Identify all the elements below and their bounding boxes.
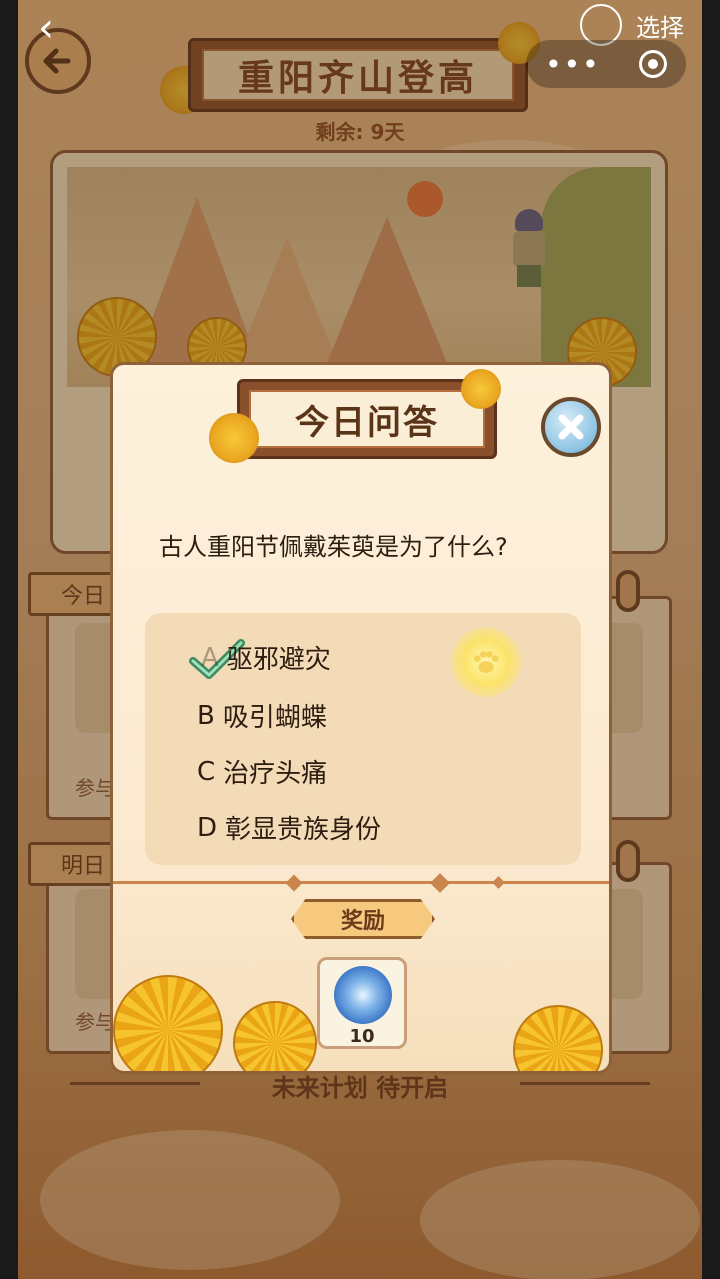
more-menu-icon[interactable]: •••	[545, 48, 601, 81]
chrysanthemum-decoration	[209, 413, 259, 463]
close-icon	[558, 414, 584, 440]
chrysanthemum-decoration	[233, 1001, 317, 1071]
quiz-title-banner: 今日问答	[237, 379, 497, 459]
option-d-text: 彰显贵族身份	[225, 815, 382, 845]
option-a-letter: A	[201, 642, 219, 673]
quiz-question: 古人重阳节佩戴茱萸是为了什么?	[159, 533, 508, 561]
option-b-letter: B	[197, 700, 215, 731]
option-a-text: 驱邪避灾	[226, 645, 331, 675]
close-miniapp-icon[interactable]	[638, 50, 667, 78]
option-d-letter: D	[197, 812, 218, 843]
divider-diamond	[430, 873, 450, 893]
chrysanthemum-decoration	[461, 369, 501, 409]
event-page: 重阳齐山登高 剩余: 9天 参与 今日 参与 明日 未来计划 待开启 今日问答 …	[0, 0, 720, 1279]
option-a[interactable]: A 驱邪避灾	[201, 639, 331, 676]
chrysanthemum-decoration	[513, 1005, 603, 1071]
divider-diamond	[492, 876, 505, 889]
miniapp-capsule: •••	[526, 40, 686, 88]
option-c-letter: C	[197, 756, 216, 787]
screen-edge-right	[702, 0, 720, 1279]
option-b[interactable]: B 吸引蝴蝶	[197, 697, 327, 734]
reward-count: 10	[349, 1026, 375, 1047]
select-label: 选择	[636, 13, 684, 42]
options-panel: A 驱邪避灾 B 吸引蝴蝶 C 治疗头痛 D 彰显贵族身份	[145, 613, 581, 865]
divider-diamond	[285, 874, 303, 892]
reward-item[interactable]: 10	[317, 957, 407, 1049]
nav-back-icon[interactable]: ‹	[38, 8, 78, 48]
option-c[interactable]: C 治疗头痛	[197, 753, 327, 790]
screen-edge-left	[0, 0, 18, 1279]
reward-divider	[113, 881, 609, 884]
blue-swirl-orb-icon	[334, 966, 392, 1024]
quiz-title: 今日问答	[295, 402, 439, 443]
chrysanthemum-decoration	[113, 975, 223, 1071]
reward-tag: 奖励	[291, 899, 435, 939]
option-c-text: 治疗头痛	[223, 759, 328, 789]
option-b-text: 吸引蝴蝶	[222, 703, 327, 733]
reward-label: 奖励	[340, 909, 385, 934]
close-button[interactable]	[541, 397, 601, 457]
daily-quiz-modal: 今日问答 古人重阳节佩戴茱萸是为了什么? A 驱邪避灾 B 吸引蝴蝶 C 治疗头…	[110, 362, 612, 1074]
option-d[interactable]: D 彰显贵族身份	[197, 809, 381, 846]
paw-cursor-icon	[451, 627, 521, 697]
